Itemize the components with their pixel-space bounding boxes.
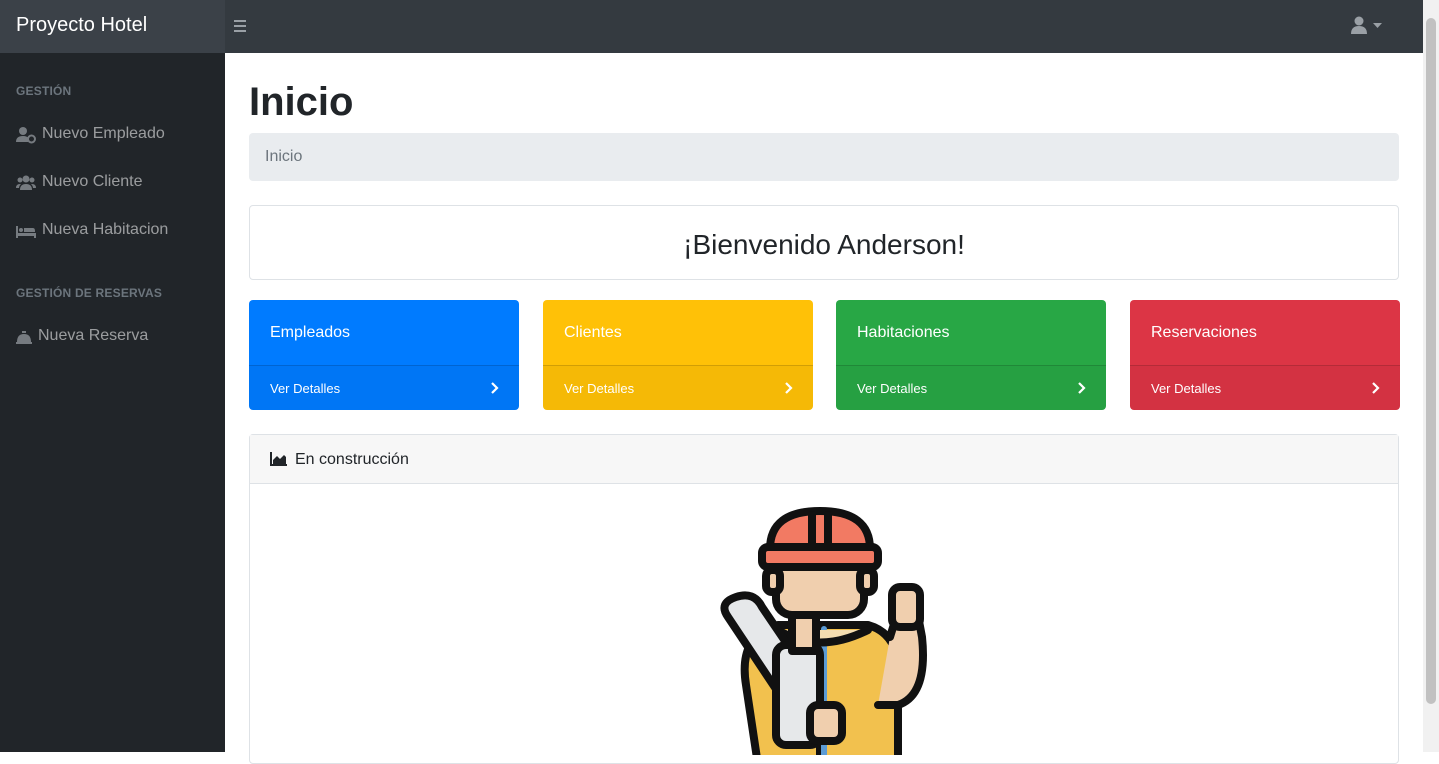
sidebar-item-nuevo-cliente[interactable]: Nuevo Cliente <box>0 163 225 203</box>
card-link-label: Ver Detalles <box>564 381 635 396</box>
ver-detalles-link[interactable]: Ver Detalles <box>249 365 519 410</box>
chevron-right-icon <box>491 382 499 394</box>
caret-down-icon <box>1373 23 1382 28</box>
user-cog-icon <box>16 127 36 144</box>
card-habitaciones: Habitaciones Ver Detalles <box>836 300 1106 410</box>
sidebar-item-label: Nueva Reserva <box>38 327 149 344</box>
chevron-right-icon <box>1078 382 1086 394</box>
scrollbar-thumb[interactable] <box>1426 18 1436 704</box>
app-brand[interactable]: Proyecto Hotel <box>0 0 225 53</box>
sidebar-item-label: Nuevo Cliente <box>42 173 143 190</box>
sidebar-item-nueva-reserva[interactable]: Nueva Reserva <box>0 317 225 357</box>
concierge-bell-icon <box>16 331 32 344</box>
users-icon <box>16 175 36 190</box>
sidebar-item-nuevo-empleado[interactable]: Nuevo Empleado <box>0 115 225 155</box>
sidebar: GESTIÓN Nuevo Empleado Nuevo Cliente Nue… <box>0 53 225 752</box>
vertical-scrollbar[interactable] <box>1423 0 1439 752</box>
area-chart-icon <box>270 452 287 466</box>
ver-detalles-link[interactable]: Ver Detalles <box>836 365 1106 410</box>
bars-icon[interactable] <box>232 14 248 38</box>
sidebar-item-label: Nuevo Empleado <box>42 125 165 142</box>
user-menu-button[interactable] <box>1350 15 1386 37</box>
page-title: Inicio <box>249 80 354 124</box>
breadcrumb: Inicio <box>249 133 1399 181</box>
card-title: Empleados <box>270 324 351 341</box>
sidebar-heading-gestion: GESTIÓN <box>16 84 72 98</box>
card-reservaciones: Reservaciones Ver Detalles <box>1130 300 1400 410</box>
sidebar-item-label: Nueva Habitacion <box>42 221 169 238</box>
breadcrumb-item: Inicio <box>265 148 303 165</box>
top-navbar: Proyecto Hotel <box>0 0 1423 53</box>
ver-detalles-link[interactable]: Ver Detalles <box>1130 365 1400 410</box>
chevron-right-icon <box>785 382 793 394</box>
chevron-right-icon <box>1372 382 1380 394</box>
panel-header: En construcción <box>250 435 1398 484</box>
construction-worker-illustration <box>720 507 927 755</box>
panel-title: En construcción <box>295 451 409 468</box>
ver-detalles-link[interactable]: Ver Detalles <box>543 365 813 410</box>
welcome-card: ¡Bienvenido Anderson! <box>249 205 1399 280</box>
sidebar-heading-gestion-reservas: GESTIÓN DE RESERVAS <box>16 286 163 300</box>
sidebar-item-nueva-habitacion[interactable]: Nueva Habitacion <box>0 211 225 251</box>
card-title: Habitaciones <box>857 324 950 341</box>
card-link-label: Ver Detalles <box>270 381 341 396</box>
card-title: Clientes <box>564 324 622 341</box>
user-icon <box>1351 16 1382 34</box>
welcome-message: ¡Bienvenido Anderson! <box>683 229 965 260</box>
card-clientes: Clientes Ver Detalles <box>543 300 813 410</box>
card-link-label: Ver Detalles <box>857 381 928 396</box>
card-link-label: Ver Detalles <box>1151 381 1222 396</box>
card-empleados: Empleados Ver Detalles <box>249 300 519 410</box>
card-title: Reservaciones <box>1151 324 1257 341</box>
bed-icon <box>16 226 36 238</box>
